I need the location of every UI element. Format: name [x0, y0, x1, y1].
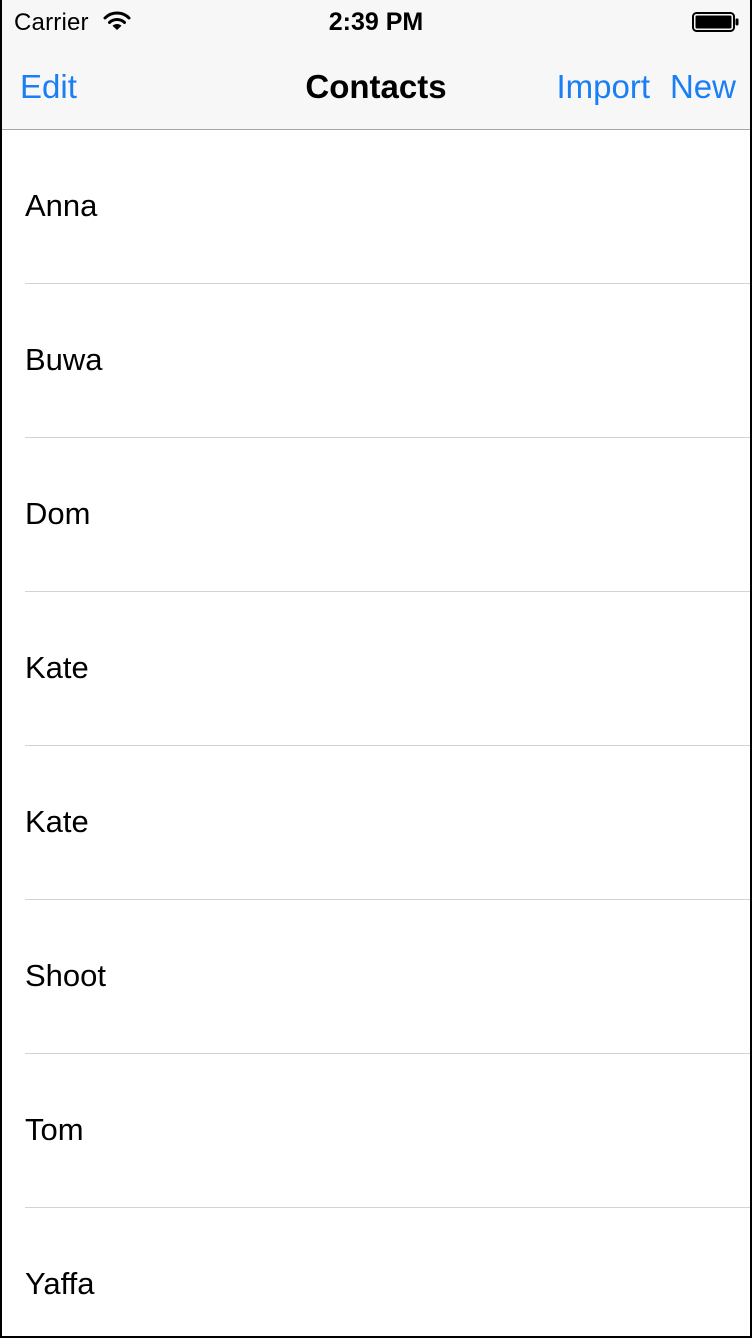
- contact-row[interactable]: Dom: [2, 438, 750, 592]
- battery-icon: [692, 12, 739, 32]
- contact-name: Tom: [25, 1112, 84, 1147]
- contact-row[interactable]: Kate: [2, 746, 750, 900]
- contact-row[interactable]: Yaffa: [2, 1208, 750, 1336]
- contact-name: Buwa: [25, 342, 103, 377]
- contact-row[interactable]: Anna: [2, 130, 750, 284]
- contact-row[interactable]: Kate: [2, 592, 750, 746]
- contact-name: Kate: [25, 650, 89, 685]
- contact-name: Yaffa: [25, 1266, 95, 1301]
- app-screen: Carrier 2:39 PM Edit Contacts Import New…: [0, 0, 752, 1338]
- import-button[interactable]: Import: [556, 68, 650, 106]
- contact-name: Dom: [25, 496, 91, 531]
- contact-row[interactable]: Shoot: [2, 900, 750, 1054]
- top-chrome: Carrier 2:39 PM Edit Contacts Import New: [2, 0, 750, 130]
- contact-row[interactable]: Buwa: [2, 284, 750, 438]
- contact-list: Anna Buwa Dom Kate Kate Shoot Tom Yaffa: [2, 130, 750, 1336]
- contact-name: Shoot: [25, 958, 107, 993]
- contact-row[interactable]: Tom: [2, 1054, 750, 1208]
- status-time: 2:39 PM: [328, 8, 424, 36]
- new-contact-button[interactable]: New: [670, 68, 736, 106]
- navigation-bar: Edit Contacts Import New: [2, 44, 750, 130]
- contact-name: Kate: [25, 804, 89, 839]
- contact-name: Anna: [25, 188, 98, 223]
- status-bar: Carrier 2:39 PM: [2, 0, 750, 44]
